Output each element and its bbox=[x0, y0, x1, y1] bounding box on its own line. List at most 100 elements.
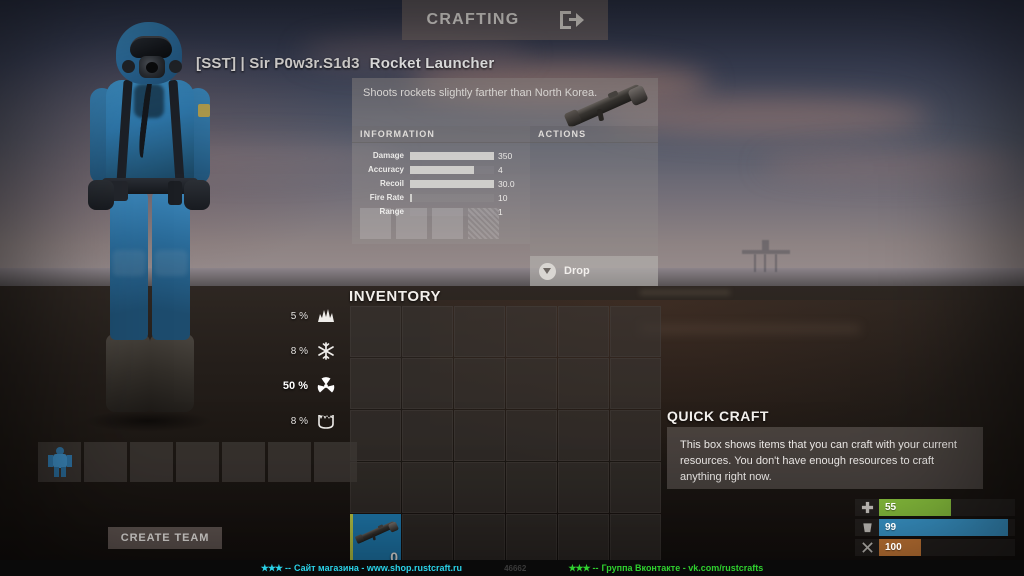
banner-stars: ★★★ bbox=[568, 562, 590, 573]
inventory-slot-empty[interactable] bbox=[506, 462, 557, 513]
vital-thirst: 99 bbox=[855, 519, 1015, 536]
inventory-slot-empty[interactable] bbox=[558, 306, 609, 357]
server-banner: ★★★ -- Сайт магазина - www.shop.rustcraf… bbox=[0, 560, 1024, 576]
attachment-slot-locked bbox=[468, 208, 499, 239]
bone-icon bbox=[855, 541, 879, 554]
protection-row: 5 % bbox=[272, 306, 336, 326]
banner-text: Сайт магазина - www.shop.rustcraft.ru bbox=[293, 563, 463, 573]
inventory-slot-empty[interactable] bbox=[506, 306, 557, 357]
inventory-slot-empty[interactable] bbox=[506, 358, 557, 409]
stat-row: Fire Rate 10 bbox=[352, 192, 522, 203]
protection-row: 8 % bbox=[272, 411, 336, 431]
quick-craft-box: This box shows items that you can craft … bbox=[667, 427, 983, 489]
banner-text: Группа Вконтакте - vk.com/rustcrafts bbox=[601, 563, 764, 573]
inventory-slot-empty[interactable] bbox=[350, 306, 401, 357]
game-screen: CRAFTING [SST] | Sir P0w3r.S1d3 Rocket L… bbox=[0, 0, 1024, 576]
stat-label: Recoil bbox=[379, 179, 404, 188]
actions-header: ACTIONS bbox=[530, 126, 658, 143]
inventory-slot-empty[interactable] bbox=[350, 358, 401, 409]
inventory-slot-empty[interactable] bbox=[402, 306, 453, 357]
attachment-slot[interactable] bbox=[432, 208, 463, 239]
banner-stars: ★★★ bbox=[260, 562, 283, 573]
cloud bbox=[760, 150, 1020, 180]
inventory-slot-empty[interactable] bbox=[402, 514, 453, 565]
radiation-icon bbox=[316, 376, 336, 396]
item-name: Rocket Launcher bbox=[369, 55, 495, 72]
snowflake-icon bbox=[316, 341, 336, 361]
inventory-slot-empty[interactable] bbox=[610, 514, 661, 565]
inventory-title: INVENTORY bbox=[349, 288, 442, 305]
inventory-slot-empty[interactable] bbox=[610, 306, 661, 357]
armor-slots bbox=[38, 442, 357, 482]
inventory-slot-empty[interactable] bbox=[454, 462, 505, 513]
stat-value: 10 bbox=[498, 192, 508, 203]
drop-button-label: Drop bbox=[564, 265, 590, 277]
player-owner-tag: [SST] | Sir P0w3r.S1d3 bbox=[196, 55, 360, 72]
vital-value: 100 bbox=[885, 542, 902, 553]
protection-row: 8 % bbox=[272, 341, 336, 361]
inventory-slot-empty[interactable] bbox=[506, 514, 557, 565]
inventory-grid: 0 bbox=[350, 306, 661, 565]
protection-value: 8 % bbox=[290, 345, 308, 357]
inventory-slot-empty[interactable] bbox=[350, 410, 401, 461]
inventory-slot-empty[interactable] bbox=[558, 410, 609, 461]
stat-bar bbox=[410, 165, 494, 174]
armor-slot-hazmat-suit[interactable] bbox=[38, 442, 81, 482]
information-header: INFORMATION bbox=[352, 126, 530, 143]
attachment-slot[interactable] bbox=[360, 208, 391, 239]
item-actions-panel: ACTIONS Drop bbox=[530, 126, 658, 286]
banner-message-right: ★★★ -- Группа Вконтакте - vk.com/rustcra… bbox=[568, 563, 763, 574]
exit-door-arrow-icon[interactable] bbox=[559, 10, 584, 30]
banner-dashes: -- bbox=[284, 563, 291, 573]
inventory-slot-empty[interactable] bbox=[558, 462, 609, 513]
protection-value: 50 % bbox=[282, 380, 308, 392]
explosion-icon bbox=[316, 306, 336, 326]
ground-detail bbox=[640, 325, 860, 333]
inventory-slot-empty[interactable] bbox=[610, 358, 661, 409]
inventory-slot-empty[interactable] bbox=[454, 358, 505, 409]
item-information-panel: INFORMATION Damage 350 Accuracy 4 Recoil… bbox=[352, 126, 530, 244]
armor-slot[interactable] bbox=[314, 442, 357, 482]
item-title: [SST] | Sir P0w3r.S1d3 Rocket Launcher bbox=[196, 55, 494, 72]
inventory-slot-filled[interactable]: 0 bbox=[350, 514, 401, 565]
vital-bar: 100 bbox=[879, 539, 921, 556]
armor-slot[interactable] bbox=[268, 442, 311, 482]
protection-stats: 5 % 8 % 50 % 8 % bbox=[272, 306, 336, 431]
inventory-slot-empty[interactable] bbox=[454, 514, 505, 565]
droplet-icon bbox=[855, 521, 879, 534]
stat-bar bbox=[410, 193, 494, 202]
banner-counter: 46662 bbox=[504, 563, 527, 573]
inventory-slot-empty[interactable] bbox=[402, 358, 453, 409]
stat-value: 350 bbox=[498, 150, 513, 161]
banner-message-left: ★★★ -- Сайт магазина - www.shop.rustcraf… bbox=[261, 563, 462, 574]
armor-slot[interactable] bbox=[84, 442, 127, 482]
drop-button[interactable]: Drop bbox=[530, 256, 658, 286]
inventory-slot-empty[interactable] bbox=[506, 410, 557, 461]
inventory-slot-empty[interactable] bbox=[350, 462, 401, 513]
tab-crafting[interactable]: CRAFTING bbox=[402, 0, 608, 40]
quick-craft-body: This box shows items that you can craft … bbox=[680, 439, 957, 483]
stat-bar bbox=[410, 179, 494, 188]
vital-bar: 55 bbox=[879, 499, 951, 516]
chevron-down-circle-icon bbox=[539, 262, 556, 280]
inventory-slot-empty[interactable] bbox=[558, 514, 609, 565]
inventory-slot-empty[interactable] bbox=[454, 306, 505, 357]
rocket-launcher-icon bbox=[562, 80, 654, 129]
armor-slot[interactable] bbox=[176, 442, 219, 482]
stat-row: Recoil 30.0 bbox=[352, 178, 522, 189]
attachment-slot[interactable] bbox=[396, 208, 427, 239]
vital-value: 99 bbox=[885, 522, 897, 533]
armor-slot[interactable] bbox=[222, 442, 265, 482]
create-team-button[interactable]: CREATE TEAM bbox=[108, 527, 222, 549]
inventory-slot-empty[interactable] bbox=[402, 410, 453, 461]
ground-detail bbox=[640, 290, 730, 295]
inventory-slot-empty[interactable] bbox=[610, 462, 661, 513]
inventory-slot-empty[interactable] bbox=[454, 410, 505, 461]
stat-row: Accuracy 4 bbox=[352, 164, 522, 175]
inventory-slot-empty[interactable] bbox=[610, 410, 661, 461]
inventory-slot-empty[interactable] bbox=[558, 358, 609, 409]
create-team-label: CREATE TEAM bbox=[120, 532, 210, 544]
bite-jaws-icon bbox=[316, 411, 336, 431]
inventory-slot-empty[interactable] bbox=[402, 462, 453, 513]
armor-slot[interactable] bbox=[130, 442, 173, 482]
